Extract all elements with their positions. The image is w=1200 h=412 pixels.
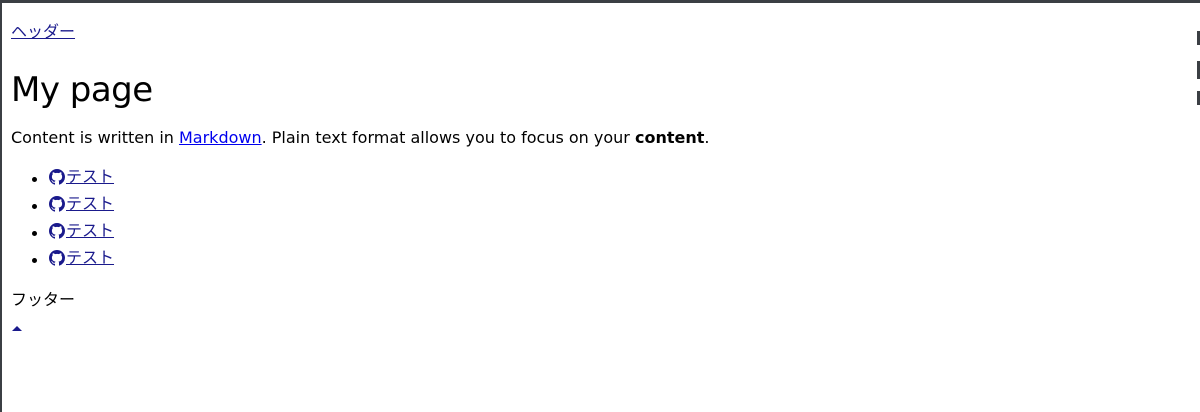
github-icon bbox=[49, 250, 65, 266]
intro-bold: content bbox=[634, 128, 705, 147]
intro-middle: . Plain text format allows you to focus … bbox=[261, 128, 635, 147]
test-link-4[interactable]: テスト bbox=[49, 246, 114, 270]
header-link[interactable]: ヘッダー bbox=[11, 20, 75, 44]
test-link-label: テスト bbox=[66, 221, 115, 240]
page-title: My page bbox=[11, 70, 153, 110]
intro-prefix: Content is written in bbox=[11, 128, 179, 147]
list-item: テスト bbox=[49, 192, 1200, 219]
main-content: My page Content is written in Markdown. … bbox=[11, 69, 1200, 273]
list-item: テスト bbox=[49, 165, 1200, 192]
test-link-label: テスト bbox=[66, 167, 115, 186]
link-list: テスト テスト テスト bbox=[11, 165, 1200, 273]
intro-suffix: . bbox=[704, 128, 710, 147]
test-link-label: テスト bbox=[66, 248, 115, 267]
test-link-label: テスト bbox=[66, 194, 115, 213]
page: ヘッダー My page Content is written in Markd… bbox=[2, 3, 1200, 338]
github-icon bbox=[49, 223, 65, 239]
test-link-1[interactable]: テスト bbox=[49, 165, 114, 189]
markdown-link[interactable]: Markdown bbox=[179, 128, 262, 147]
test-link-3[interactable]: テスト bbox=[49, 219, 114, 243]
footer-text: フッター bbox=[11, 290, 76, 309]
page-footer: フッター bbox=[11, 288, 1200, 338]
intro-paragraph: Content is written in Markdown. Plain te… bbox=[11, 126, 1200, 150]
github-icon bbox=[49, 169, 65, 185]
list-item: テスト bbox=[49, 219, 1200, 246]
page-header: ヘッダー bbox=[11, 3, 1200, 44]
list-item: テスト bbox=[49, 246, 1200, 273]
caret-up-icon bbox=[11, 324, 23, 334]
back-to-top-link[interactable] bbox=[11, 324, 23, 334]
test-link-2[interactable]: テスト bbox=[49, 192, 114, 216]
github-icon bbox=[49, 196, 65, 212]
